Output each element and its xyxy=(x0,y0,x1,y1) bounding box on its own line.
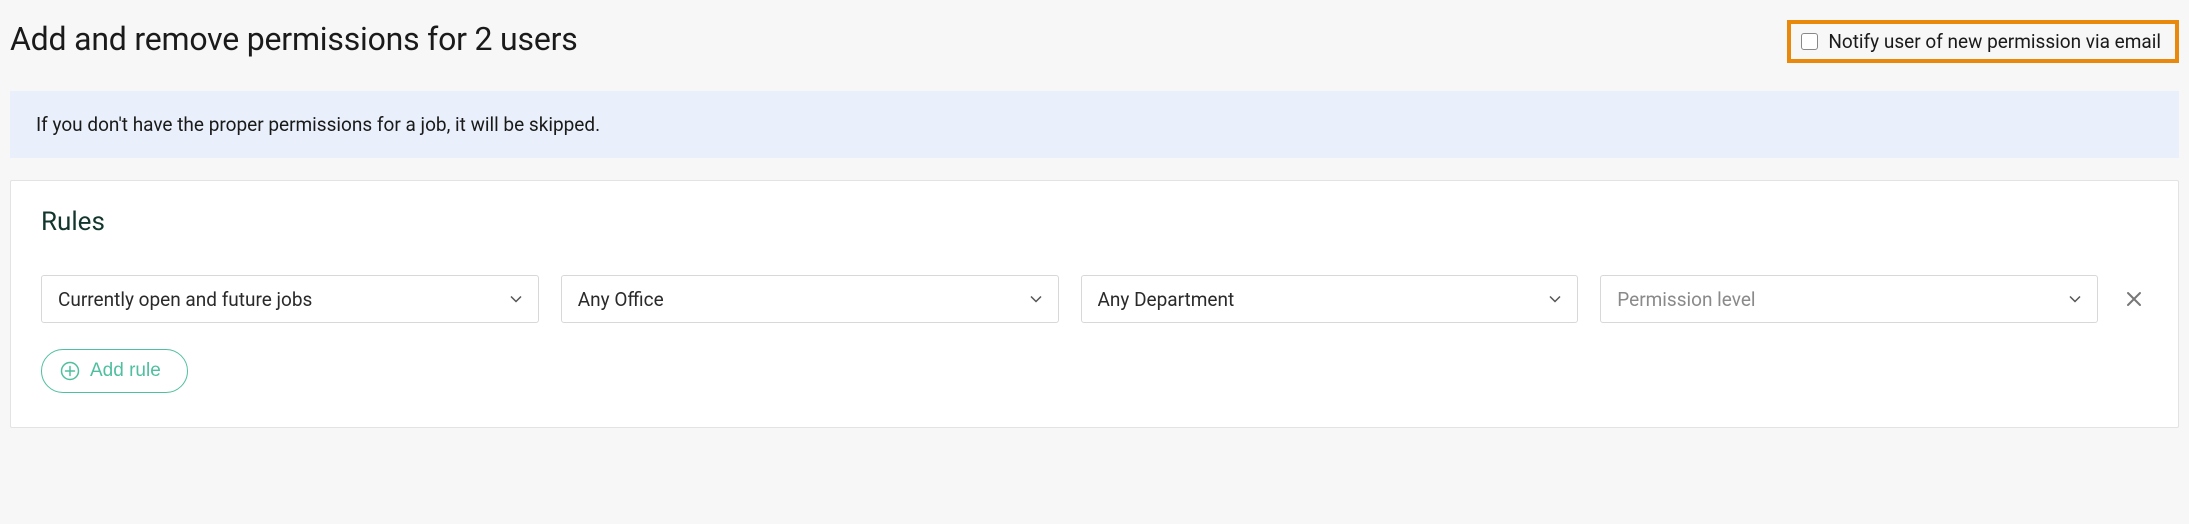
office-select[interactable]: Any Office xyxy=(561,275,1059,323)
info-banner-text: If you don't have the proper permissions… xyxy=(36,113,600,136)
permission-level-placeholder: Permission level xyxy=(1617,288,1755,311)
jobs-select-value: Currently open and future jobs xyxy=(58,288,312,311)
department-select[interactable]: Any Department xyxy=(1081,275,1579,323)
office-select-value: Any Office xyxy=(578,288,664,311)
info-banner: If you don't have the proper permissions… xyxy=(10,91,2179,158)
rule-row: Currently open and future jobs Any Offic… xyxy=(41,275,2148,323)
rules-panel: Rules Currently open and future jobs Any… xyxy=(10,180,2179,428)
header-row: Add and remove permissions for 2 users N… xyxy=(10,10,2179,91)
caret-down-icon xyxy=(1549,295,1561,303)
add-rule-button[interactable]: Add rule xyxy=(41,349,188,393)
add-rule-label: Add rule xyxy=(90,360,161,382)
caret-down-icon xyxy=(2069,295,2081,303)
plus-circle-icon xyxy=(60,361,80,381)
notify-email-checkbox[interactable] xyxy=(1801,33,1818,50)
caret-down-icon xyxy=(510,295,522,303)
close-icon xyxy=(2125,290,2143,308)
department-select-value: Any Department xyxy=(1098,288,1235,311)
rules-heading: Rules xyxy=(41,207,2148,237)
notify-email-highlight: Notify user of new permission via email xyxy=(1787,20,2179,63)
remove-rule-button[interactable] xyxy=(2120,285,2148,313)
jobs-select[interactable]: Currently open and future jobs xyxy=(41,275,539,323)
caret-down-icon xyxy=(1030,295,1042,303)
notify-email-label: Notify user of new permission via email xyxy=(1828,30,2161,53)
permission-level-select[interactable]: Permission level xyxy=(1600,275,2098,323)
page-title: Add and remove permissions for 2 users xyxy=(10,20,578,58)
